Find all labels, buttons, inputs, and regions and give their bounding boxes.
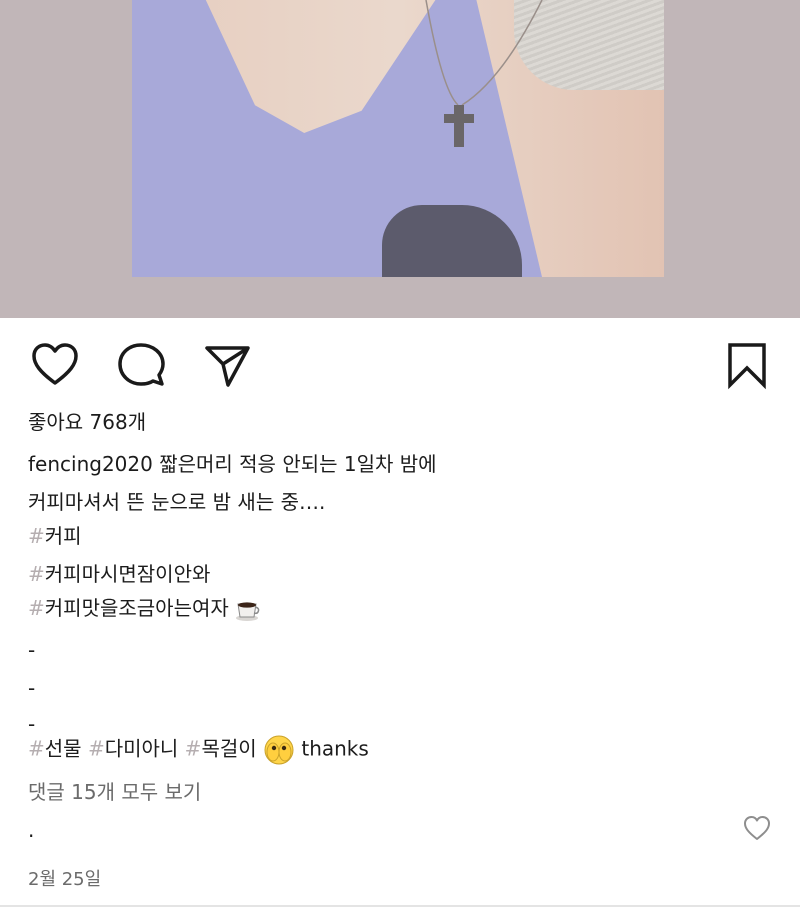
peeking-face-emoji <box>264 735 294 765</box>
likes-count[interactable]: 좋아요 768개 <box>28 408 146 436</box>
caption-line-2: 커피마셔서 뜬 눈으로 밤 새는 중…. <box>28 490 326 514</box>
hashtag-link[interactable]: #커피 <box>28 524 82 548</box>
hashtag-link[interactable]: #목걸이 <box>185 737 257 761</box>
hashtag-line: #커피 <box>28 522 82 550</box>
post-date: 2월 25일 <box>28 869 102 890</box>
hash-symbol: # <box>28 596 45 620</box>
hash-symbol: # <box>87 736 105 761</box>
hash-symbol: # <box>28 736 45 761</box>
hashtag-line-2: #선물 #다미아니 #목걸이 thanks <box>28 734 369 766</box>
caption-line-1: fencing2020 짧은머리 적응 안되는 1일차 밤에 <box>28 450 437 478</box>
hash-symbol: # <box>184 736 202 761</box>
caption-text-1: 짧은머리 적응 안되는 1일차 밤에 <box>159 452 437 476</box>
hashtag-link[interactable]: #다미아니 <box>88 737 178 761</box>
bottom-divider <box>0 905 800 907</box>
hashtag-text: 목걸이 <box>201 736 257 761</box>
post-photo-area[interactable] <box>0 0 800 318</box>
coffee-cup-emoji <box>236 601 260 621</box>
hashtag-text: 커피 <box>44 524 82 548</box>
hashtag-text: 커피마시면잠이안와 <box>44 562 211 586</box>
dash-line: - <box>28 638 36 662</box>
small-heart-icon[interactable] <box>742 814 772 842</box>
post-photo[interactable] <box>132 0 664 277</box>
hash-symbol: # <box>28 562 45 586</box>
username-link[interactable]: fencing2020 <box>28 452 153 476</box>
paper-plane-icon[interactable] <box>202 340 252 390</box>
hashtag-link[interactable]: #선물 <box>28 737 82 761</box>
hashtag-link[interactable]: #커피마시면잠이안와 <box>28 562 210 586</box>
comment-preview: . <box>28 818 35 842</box>
bookmark-icon[interactable] <box>722 340 772 390</box>
view-all-comments-link[interactable]: 댓글 15개 모두 보기 <box>28 778 201 806</box>
heart-outline-icon[interactable] <box>30 340 80 390</box>
hashtag-text: 다미아니 <box>104 736 179 761</box>
hashtag-link[interactable]: #커피맛을조금아는여자 <box>28 596 229 620</box>
speech-bubble-icon[interactable] <box>116 340 166 390</box>
hashtag-line: #커피맛을조금아는여자 <box>28 594 261 622</box>
hashtag-text: 선물 <box>44 736 82 761</box>
thanks-text: thanks <box>301 736 369 761</box>
hashtag-line: #커피마시면잠이안와 <box>28 560 210 588</box>
hash-symbol: # <box>28 524 45 548</box>
hashtag-text: 커피맛을조금아는여자 <box>44 596 229 620</box>
post-action-bar <box>0 318 800 408</box>
dash-line: - <box>28 676 36 700</box>
necklace-icon <box>425 0 543 147</box>
